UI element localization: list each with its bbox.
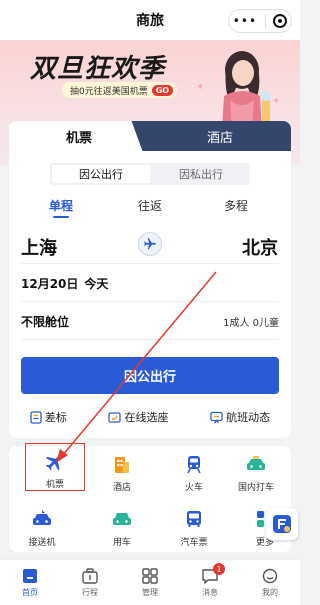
bus-icon: [182, 507, 206, 531]
customer-service-icon: [273, 515, 291, 533]
booking-tabs: 机票 酒店: [9, 121, 291, 151]
nav-manage[interactable]: 管理: [120, 560, 180, 605]
service-label: 国内打车: [237, 483, 274, 493]
trip-type-selector: 单程 往返 多程: [9, 197, 291, 218]
banner-headline: 双旦狂欢季: [30, 54, 166, 84]
date-value: 12月20日: [21, 277, 79, 291]
miniprogram-capsule: •••: [228, 9, 292, 33]
banner-subline-text: 抽0元往返美国机票: [70, 86, 148, 97]
service-label: 火车: [184, 483, 203, 493]
close-miniprogram-icon[interactable]: [273, 14, 288, 28]
tab-flight[interactable]: 机票: [9, 121, 149, 151]
tool-seat-selection[interactable]: 在线选座: [108, 409, 168, 425]
service-hotel[interactable]: 酒店: [92, 446, 152, 494]
nav-profile[interactable]: 我的: [240, 560, 300, 605]
search-flights-button[interactable]: 因公出行: [21, 357, 279, 394]
trip-active-indicator: [53, 216, 69, 218]
service-flight[interactable]: 机票: [25, 443, 85, 491]
suitcase-icon: [82, 567, 98, 584]
tool-policy-label: 差标: [44, 411, 67, 424]
nav-label: 我的: [262, 587, 278, 597]
travel-purpose-toggle: 因公出行 因私出行: [50, 163, 250, 185]
page-title: 商旅: [136, 13, 164, 29]
divider: [21, 301, 279, 302]
tool-policy[interactable]: 差标: [30, 409, 67, 425]
plane-swap-icon: [144, 238, 156, 250]
passenger-selector[interactable]: 1成人 0儿童: [223, 314, 279, 329]
cabin-class-selector[interactable]: 不限舱位: [21, 313, 69, 330]
nav-home[interactable]: 首页: [0, 560, 60, 605]
more-icon[interactable]: •••: [233, 15, 257, 27]
policy-document-icon: [30, 410, 42, 424]
tab-hotel-label: 酒店: [206, 130, 233, 146]
taxi-icon: [244, 452, 268, 476]
profile-icon: [262, 568, 278, 583]
date-label: 今天: [84, 277, 109, 291]
tool-flight-status-label: 航班动态: [226, 411, 271, 424]
service-label: 机票: [45, 480, 64, 490]
flight-status-icon: [210, 411, 223, 423]
unread-badge: 1: [213, 563, 225, 575]
nav-label: 消息: [202, 587, 218, 597]
tool-seat-label: 在线选座: [124, 411, 169, 424]
shuttle-icon: [30, 507, 54, 531]
departure-date[interactable]: 12月20日 今天: [21, 275, 114, 292]
quick-tools: 差标 在线选座 航班动态: [9, 405, 291, 429]
divider: [21, 339, 279, 340]
banner-go-button[interactable]: GO: [151, 84, 174, 96]
nav-label: 管理: [142, 587, 158, 597]
service-label: 汽车票: [180, 538, 208, 548]
apps-icon: [142, 567, 158, 584]
tab-hotel[interactable]: 酒店: [149, 121, 291, 151]
flight-booking-card: 机票 酒店 因公出行 因私出行 单程 往返 多程 上海 北京 12月20日 今天 …: [9, 121, 291, 438]
swap-cities-button[interactable]: [138, 232, 162, 256]
service-airport-transfer[interactable]: 接送机: [12, 501, 72, 549]
tool-flight-status[interactable]: 航班动态: [210, 409, 270, 425]
service-car[interactable]: 用车: [92, 501, 152, 549]
service-label: 酒店: [112, 483, 131, 493]
train-icon: [182, 452, 206, 476]
trip-multicity[interactable]: 多程: [224, 197, 248, 214]
purpose-private[interactable]: 因私出行: [152, 163, 250, 185]
home-icon: [23, 568, 37, 583]
trip-oneway[interactable]: 单程: [49, 197, 73, 214]
seat-icon: [108, 411, 122, 423]
top-bar: 商旅 •••: [0, 0, 300, 40]
nav-messages[interactable]: 1 消息: [180, 560, 240, 605]
bottom-navigation: 首页 行程 管理 1 消息 我的: [0, 559, 300, 605]
banner-subline: 抽0元往返美国机票 GO: [62, 82, 178, 98]
service-label: 用车: [112, 538, 131, 548]
customer-service-float-button[interactable]: [266, 508, 298, 540]
nav-trips[interactable]: 行程: [60, 560, 120, 605]
arrival-city[interactable]: 北京: [242, 234, 278, 260]
service-bus-ticket[interactable]: 汽车票: [164, 501, 224, 549]
building-icon: [110, 452, 134, 476]
capsule-divider: [264, 14, 266, 28]
car-icon: [110, 507, 134, 531]
plane-icon: [43, 450, 67, 473]
purpose-business[interactable]: 因公出行: [52, 165, 150, 183]
service-train[interactable]: 火车: [164, 446, 224, 494]
trip-roundtrip[interactable]: 往返: [138, 197, 162, 214]
nav-label: 首页: [22, 587, 38, 597]
departure-city[interactable]: 上海: [21, 234, 57, 260]
service-domestic-taxi[interactable]: 国内打车: [226, 446, 286, 494]
services-grid: 机票 酒店 火车 国内打车 接送机 用车 汽车票 更多: [9, 443, 291, 552]
nav-label: 行程: [82, 587, 98, 597]
service-label: 接送机: [28, 538, 56, 548]
divider: [21, 263, 279, 264]
